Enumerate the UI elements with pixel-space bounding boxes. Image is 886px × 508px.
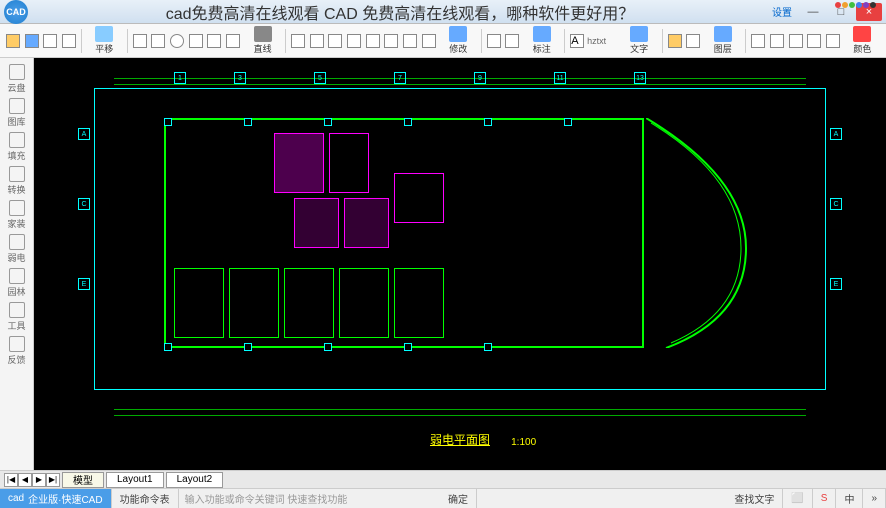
modify-group[interactable]: 修改 bbox=[439, 26, 478, 56]
garden-icon bbox=[9, 268, 25, 284]
dim-linear-icon[interactable] bbox=[485, 27, 503, 55]
tools-icon bbox=[9, 302, 25, 318]
sidebar-feedback[interactable]: 反馈 bbox=[2, 334, 32, 368]
spline-icon[interactable] bbox=[224, 27, 242, 55]
find-text[interactable]: 查找文字 bbox=[726, 489, 783, 508]
undo-icon[interactable] bbox=[60, 27, 78, 55]
tray-icon-2[interactable]: S bbox=[813, 489, 837, 508]
open-icon[interactable] bbox=[4, 27, 22, 55]
sidebar-garden[interactable]: 园林 bbox=[2, 266, 32, 300]
page-title-overlay: cad免费高清在线观看 CAD 免费高清在线观看，哪种软件更好用？ bbox=[28, 0, 772, 24]
color-group[interactable]: 颜色 bbox=[843, 26, 882, 56]
sidebar-library[interactable]: 图库 bbox=[2, 96, 32, 130]
tray-icon-3[interactable]: » bbox=[863, 489, 886, 508]
copy-icon[interactable] bbox=[308, 27, 326, 55]
offset-icon[interactable] bbox=[420, 27, 438, 55]
rotate-icon[interactable] bbox=[327, 27, 345, 55]
command-input[interactable]: 输入功能或命令关键词 快速查找功能 bbox=[179, 491, 440, 506]
layout-tabs: |◀ ◀ ▶ ▶| 模型 Layout1 Layout2 bbox=[0, 470, 886, 488]
scale-icon[interactable] bbox=[364, 27, 382, 55]
pan-tool[interactable]: 平移 bbox=[85, 26, 124, 56]
color-blue[interactable] bbox=[856, 2, 862, 8]
hatch-icon bbox=[9, 132, 25, 148]
text-icon[interactable]: A bbox=[568, 27, 586, 55]
left-sidebar: 云盘 图库 填充 转换 家装 弱电 园林 工具 反馈 bbox=[0, 58, 34, 470]
trim-icon[interactable] bbox=[383, 27, 401, 55]
title-bar: CAD cad免费高清在线观看 CAD 免费高清在线观看，哪种软件更好用？ 设置… bbox=[0, 0, 886, 24]
cad-drawing: 1 3 5 7 9 11 13 A C E A C E bbox=[94, 78, 826, 420]
sidebar-electric[interactable]: 弱电 bbox=[2, 232, 32, 266]
font-name[interactable]: hztxt bbox=[587, 36, 618, 46]
tab-layout1[interactable]: Layout1 bbox=[106, 472, 164, 488]
block-icon[interactable] bbox=[787, 27, 805, 55]
settings-link[interactable]: 设置 bbox=[772, 4, 792, 19]
tray-icon-1[interactable]: ⬜ bbox=[783, 489, 812, 508]
tab-model[interactable]: 模型 bbox=[62, 472, 104, 488]
dim-align-icon[interactable] bbox=[504, 27, 522, 55]
library-icon bbox=[9, 98, 25, 114]
color-orange[interactable] bbox=[842, 2, 848, 8]
status-bar: cad企业版·快速CAD 功能命令表 输入功能或命令关键词 快速查找功能 确定 … bbox=[0, 488, 886, 508]
dimension-group[interactable]: 标注 bbox=[522, 26, 561, 56]
tray-ime[interactable]: 中 bbox=[836, 489, 863, 508]
mirror-icon[interactable] bbox=[345, 27, 363, 55]
color-green[interactable] bbox=[849, 2, 855, 8]
text-group[interactable]: 文字 bbox=[620, 26, 659, 56]
color-red[interactable] bbox=[835, 2, 841, 8]
main-area: 云盘 图库 填充 转换 家装 弱电 园林 工具 反馈 1 3 5 7 9 11 … bbox=[0, 58, 886, 470]
layer-group[interactable]: 图层 bbox=[703, 26, 742, 56]
color-palette[interactable] bbox=[835, 2, 876, 8]
curved-wall bbox=[646, 118, 766, 348]
drawing-title: 弱电平面图 bbox=[430, 431, 490, 448]
tab-next[interactable]: ▶ bbox=[32, 473, 46, 487]
ok-button[interactable]: 确定 bbox=[440, 489, 477, 508]
feedback-icon bbox=[9, 336, 25, 352]
tab-prev[interactable]: ◀ bbox=[18, 473, 32, 487]
drawing-scale: 1:100 bbox=[511, 437, 536, 448]
line-group[interactable]: 直线 bbox=[243, 26, 282, 56]
sidebar-hatch[interactable]: 填充 bbox=[2, 130, 32, 164]
cloud-icon bbox=[9, 64, 25, 80]
print-icon[interactable] bbox=[41, 27, 59, 55]
rect-icon[interactable] bbox=[150, 27, 168, 55]
area-icon[interactable] bbox=[768, 27, 786, 55]
extend-icon[interactable] bbox=[401, 27, 419, 55]
circle-icon[interactable] bbox=[168, 27, 186, 55]
arc-icon[interactable] bbox=[187, 27, 205, 55]
ribbon-toolbar: 平移 直线 修改 标注 A hztxt 文字 图层 颜色 bbox=[0, 24, 886, 58]
save-icon[interactable] bbox=[23, 27, 41, 55]
move-icon[interactable] bbox=[289, 27, 307, 55]
polyline-icon[interactable] bbox=[206, 27, 224, 55]
electric-icon bbox=[9, 234, 25, 250]
home-icon bbox=[9, 200, 25, 216]
color-purple[interactable] bbox=[863, 2, 869, 8]
tab-layout2[interactable]: Layout2 bbox=[166, 472, 224, 488]
minimize-button[interactable]: — bbox=[800, 3, 826, 21]
sidebar-cloud[interactable]: 云盘 bbox=[2, 62, 32, 96]
sidebar-tools[interactable]: 工具 bbox=[2, 300, 32, 334]
sidebar-home[interactable]: 家装 bbox=[2, 198, 32, 232]
table-icon[interactable] bbox=[805, 27, 823, 55]
layer-prop-icon[interactable] bbox=[684, 27, 702, 55]
drawing-canvas[interactable]: 1 3 5 7 9 11 13 A C E A C E bbox=[34, 58, 886, 470]
sidebar-convert[interactable]: 转换 bbox=[2, 164, 32, 198]
convert-icon bbox=[9, 166, 25, 182]
edition-label: cad企业版·快速CAD bbox=[0, 489, 112, 508]
color-black[interactable] bbox=[870, 2, 876, 8]
layer-icon[interactable] bbox=[666, 27, 684, 55]
line-icon[interactable] bbox=[131, 27, 149, 55]
app-logo[interactable]: CAD bbox=[4, 0, 28, 24]
tab-last[interactable]: ▶| bbox=[46, 473, 60, 487]
command-table-button[interactable]: 功能命令表 bbox=[112, 489, 179, 508]
hatch-icon[interactable] bbox=[824, 27, 842, 55]
tab-first[interactable]: |◀ bbox=[4, 473, 18, 487]
measure-icon[interactable] bbox=[749, 27, 767, 55]
